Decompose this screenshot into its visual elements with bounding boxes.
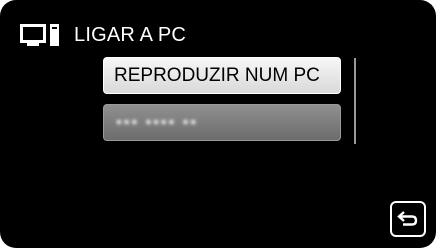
page-title: LIGAR A PC [74, 23, 187, 46]
menu-item-label: REPRODUZIR NUM PC [114, 64, 320, 86]
blurred-menu-button[interactable]: ▪▪▪ ▪▪▪▪ ▪▪ [103, 104, 341, 141]
menu-item-label-blurred: ▪▪▪ ▪▪▪▪ ▪▪ [116, 113, 198, 131]
reproduzir-num-pc-button[interactable]: REPRODUZIR NUM PC [103, 57, 341, 94]
scrollbar[interactable] [354, 58, 356, 144]
header: LIGAR A PC [20, 20, 186, 50]
camera-screen: LIGAR A PC REPRODUZIR NUM PC ▪▪▪ ▪▪▪▪ ▪▪ [0, 0, 436, 248]
back-button[interactable] [390, 201, 426, 237]
pc-connection-icon [20, 24, 62, 46]
return-arrow-icon [397, 211, 418, 226]
